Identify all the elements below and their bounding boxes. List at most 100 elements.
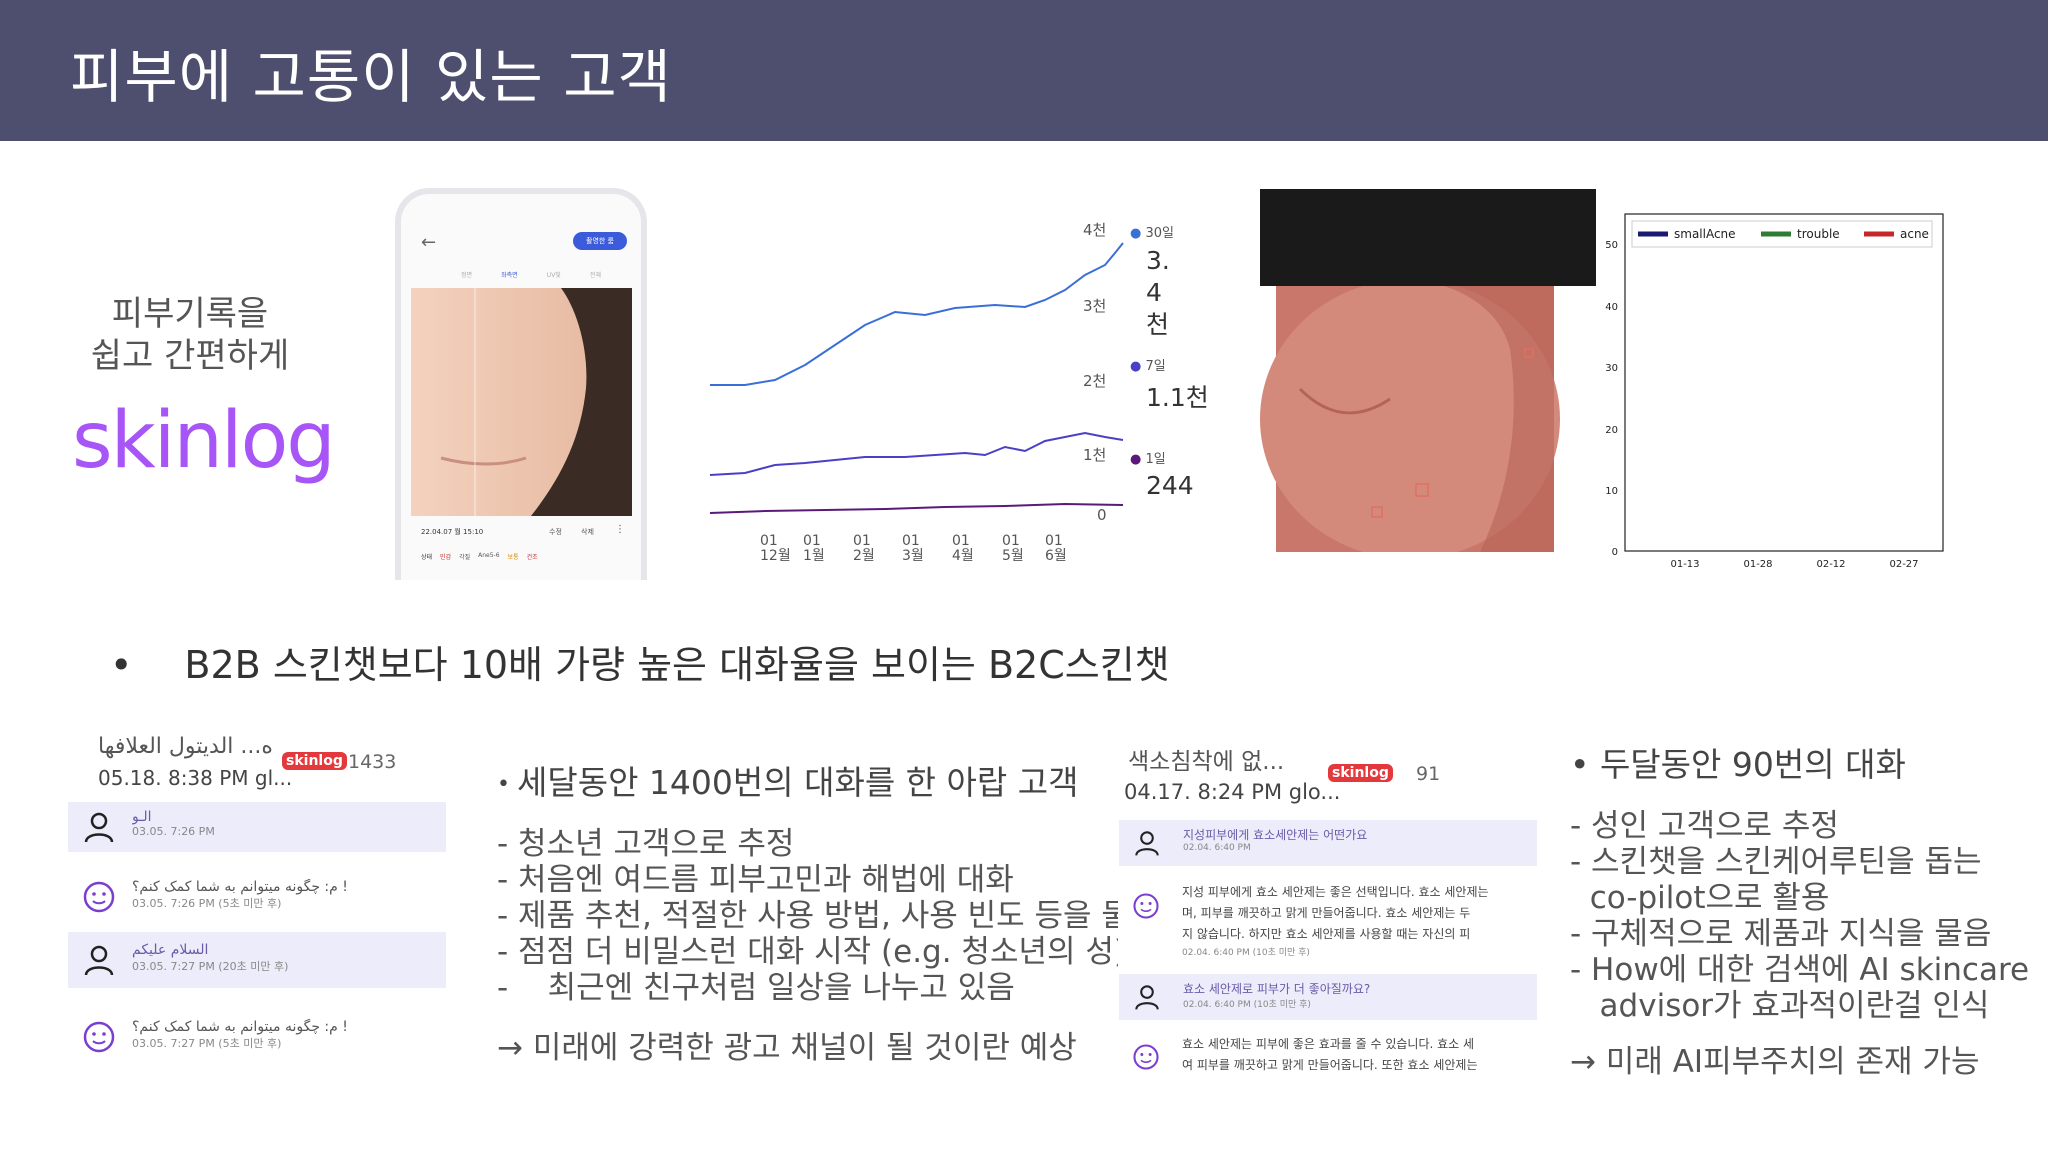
x-tick-month: 2월 [853,548,875,564]
bot-smiley-icon [83,1021,115,1053]
x-tick-day: 01 [1002,533,1020,549]
message-date: 03.05. 7:26 PM (5초 미만 후) [132,897,282,910]
chat-contact-name[interactable]: ه... الديتول العلافها [98,734,273,759]
message-date: 03.05. 7:26 PM [132,825,215,838]
phone-tabs: 정면 좌측면 UV빛 전체 [461,270,601,279]
case-line: - 점점 더 비밀스런 대화 시작 (e.g. 청소년의 성) [497,934,1126,970]
series-7d-line [709,431,1124,476]
chat-message-user[interactable]: الـو 03.05. 7:26 PM [68,802,446,852]
legend-label: 7일 [1145,359,1166,374]
tagline-line-2: 쉽고 간편하게 [90,336,290,376]
chat-message-user[interactable]: 효소 세안제로 피부가 더 좋아질까요? 02.04. 6:40 PM (10초… [1119,974,1537,1020]
x-tick-month: 12월 [760,548,791,564]
chat-message-bot[interactable]: م: چگونه میتوانم به شما کمک کنم؟ ! 03.05… [68,872,446,922]
chat-contact-name[interactable]: 색소침착에 없... [1128,742,1284,776]
case-line: - 성인 고객으로 추정 [1570,808,1839,844]
status-chip: Ane5-6 [478,552,500,559]
message-date: 02.04. 6:40 PM (10초 미만 후) [1183,1000,1311,1010]
message-text: 효소 세안제로 피부가 더 좋아질까요? [1183,982,1371,996]
trend-legend: ● 30일 3.4천 ● 7일 1.1천 ● 1일 244 [1130,222,1209,500]
status-chip: 건조 [526,554,538,561]
message-date: 03.05. 7:27 PM (5초 미만 후) [132,1037,282,1050]
status-chip: 민감 [440,554,452,561]
chat-message-bot[interactable]: 지성 피부에게 효소 세안제는 좋은 선택입니다. 효소 세안제는 며, 피부를… [1118,876,1538,976]
case-arabic-description: • 세달동안 1400번의 대화를 한 아랍 고객 - 청소년 고객으로 추정 … [497,756,1158,1067]
acne-count-chart: smallAcne trouble acne 50 40 30 20 10 0 … [1605,213,1944,570]
y-tick: 2천 [1083,372,1106,390]
x-tick-month: 6월 [1045,548,1067,564]
y-axis-ticks: 50 40 30 20 10 0 [1605,240,1618,558]
case-line: advisor가 효과적이란걸 인식 [1570,988,1990,1024]
tab-left[interactable]: 좌측면 [501,270,518,279]
case-line: - 청소년 고객으로 추정 [497,826,795,862]
tab-front[interactable]: 정면 [461,270,472,279]
case-line: - How에 대한 검색에 AI skincare [1570,952,2030,988]
legend-30d-value: 3.4천 [1146,246,1170,339]
chat-panel-arabic: ه... الديتول العلافها 05.18. 8:38 PM gl.… [68,734,446,1084]
case-line: - 제품 추천, 적절한 사용 방법, 사용 빈도 등을 물음 [497,898,1159,934]
case-line: - 최근엔 친구처럼 일상을 나누고 있음 [497,970,1015,1006]
legend-label: smallAcne [1674,227,1736,241]
x-tick-day: 01 [853,533,871,549]
y-tick: 3천 [1083,297,1106,315]
legend-7d-value: 1.1천 [1146,383,1209,412]
message-date: 03.05. 7:27 PM (20초 미만 후) [132,960,289,973]
photo-edit-link[interactable]: 수정 [549,527,562,537]
case-details: - 성인 고객으로 추정 - 스킨챗을 스킨케어루틴을 돕는 co-pilot으… [1570,808,2029,1024]
plot-area [1624,213,1944,552]
message-line: 여 피부를 깨끗하고 맑게 만들어줍니다. 또한 효소 세안제는 [1182,1058,1478,1072]
status-chip: 각질 [459,554,471,561]
back-arrow-icon[interactable]: ← [421,232,436,253]
chat-message-bot[interactable]: م: چگونه میتوانم به شما کمک کنم؟ ! 03.05… [68,1012,446,1062]
user-avatar-icon [84,945,114,976]
case-korean-description: • 두달동안 90번의 대화 - 성인 고객으로 추정 - 스킨챗을 스킨케어루… [1570,738,2029,1081]
y-tick: 0 [1097,506,1107,524]
message-text: م: چگونه میتوانم به شما کمک کنم؟ ! [132,1019,348,1035]
phone-action-button[interactable]: 촬영한 룸 [573,232,627,250]
message-line: 며, 피부를 깨끗하고 맑게 만들어줍니다. 효소 세안제는 두 [1182,906,1471,920]
x-tick: 01-28 [1743,559,1772,570]
message-date: 02.04. 6:40 PM (10초 미만 후) [1182,948,1310,958]
bullet-dot: • [110,643,133,687]
x-tick: 01-13 [1670,559,1699,570]
y-tick: 50 [1605,240,1618,251]
chat-message-bot[interactable]: 효소 세안제는 피부에 좋은 효과를 줄 수 있습니다. 효소 세 여 피부를 … [1118,1032,1538,1082]
main-bullet: • B2B 스킨챗보다 10배 가량 높은 대화율을 보이는 B2C스킨챗 [110,634,1170,689]
face-photo [411,288,632,516]
skinlog-badge: skinlog [282,752,347,770]
chat-message-user[interactable]: السلام عليكم 03.05. 7:27 PM (20초 미만 후) [68,932,446,988]
legend-1d-label: ● 1일 [1130,448,1200,467]
tab-all[interactable]: 전체 [590,270,601,279]
legend-label: 1일 [1145,452,1166,467]
bot-smiley-icon [1133,893,1159,919]
trend-line-chart: 4천 3천 2천 1천 0 01 12월 01 1월 01 2월 01 3월 0… [709,221,1124,564]
case-details: - 청소년 고객으로 추정 - 처음엔 여드름 피부고민과 해법에 대화 - 제… [497,826,1158,1006]
chat-count: 1433 [348,751,397,773]
message-line: 지 않습니다. 하지만 효소 세안제를 사용할 때는 자신의 피 [1182,927,1471,941]
x-tick-month: 5월 [1002,548,1024,564]
legend-dot: ● [1130,452,1146,467]
acne-face-photo [1260,189,1596,552]
bullet-dot: • [497,772,517,797]
user-avatar-icon [84,812,114,843]
brand-tagline: 피부기록을 쉽고 간편하게 [70,293,310,377]
chat-contact-time: 04.17. 8:24 PM glo... [1124,780,1341,804]
message-text: 지성피부에게 효소세안제는 어떤가요 [1183,828,1368,842]
chat-message-user[interactable]: 지성피부에게 효소세안제는 어떤가요 02.04. 6:40 PM [1119,820,1537,866]
status-row: 상태 민감 각질 Ane5-6 보통 건조 [421,552,538,561]
x-tick-day: 01 [902,533,920,549]
y-tick: 1천 [1083,446,1106,464]
x-tick-month: 4월 [952,548,974,564]
tab-uv[interactable]: UV빛 [547,270,561,279]
y-tick: 0 [1612,547,1618,558]
phone-mockup: ← 촬영한 룸 정면 좌측면 UV빛 전체 22.04.07 월 15:10 수… [395,188,647,580]
photo-delete-link[interactable]: 삭제 [581,527,594,537]
x-tick-day: 01 [760,533,778,549]
more-vert-icon[interactable]: ⋮ [615,524,625,535]
main-bullet-text: B2B 스킨챗보다 10배 가량 높은 대화율을 보이는 B2C스킨챗 [184,643,1170,687]
x-tick-day: 01 [1045,533,1063,549]
chat-panel-korean: 색소침착에 없... 04.17. 8:24 PM glo... skinlog… [1118,742,1538,1082]
y-tick: 20 [1605,425,1618,436]
legend-30d-label: ● 30일 [1130,222,1200,241]
tagline-line-1: 피부기록을 [111,294,269,334]
